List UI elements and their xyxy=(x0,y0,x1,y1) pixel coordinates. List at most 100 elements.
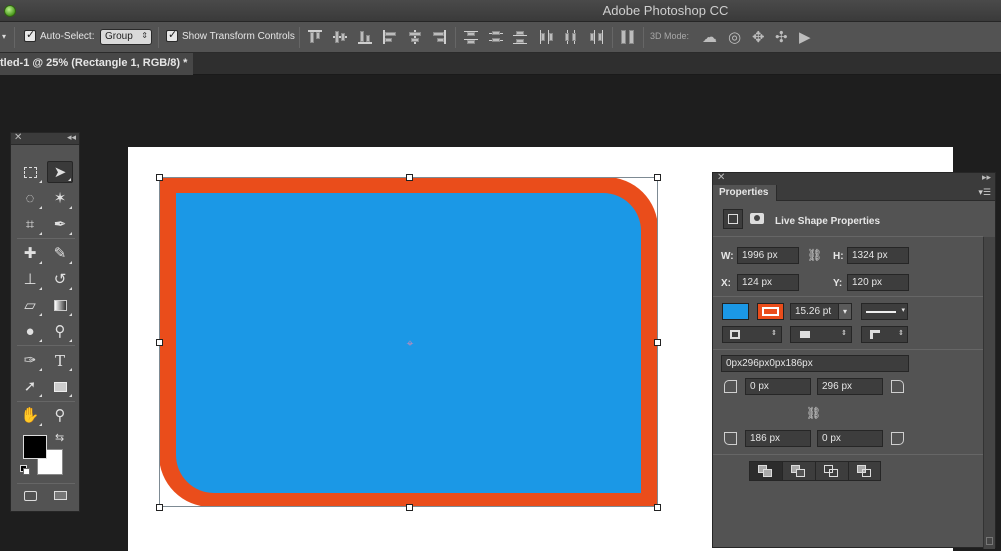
crop-tool-icon[interactable]: ⌗ xyxy=(17,214,43,236)
pen-tool-icon[interactable]: ✑ xyxy=(17,350,43,372)
brush-tool-icon[interactable]: ✎ xyxy=(47,243,73,265)
close-icon[interactable]: ✕ xyxy=(717,172,725,183)
gradient-tool-icon[interactable] xyxy=(47,295,73,317)
x-field[interactable]: 124 px xyxy=(737,274,799,291)
move-tool-icon[interactable]: ➤ xyxy=(47,161,73,183)
align-horizontal-centers-icon[interactable] xyxy=(407,29,423,45)
y-field[interactable]: 120 px xyxy=(847,274,909,291)
align-top-edges-icon[interactable] xyxy=(307,29,323,45)
chevron-down-icon[interactable]: ▾ xyxy=(838,304,851,319)
radius-bottom-right-field[interactable]: 0 px xyxy=(817,430,883,447)
auto-select-checkbox[interactable] xyxy=(24,28,36,42)
transform-handle-top-left[interactable] xyxy=(156,174,163,181)
path-selection-tool-icon[interactable]: ➚ xyxy=(17,376,43,398)
distribute-left-edges-icon[interactable] xyxy=(538,29,554,45)
stroke-caps-dropdown[interactable]: ⇕ xyxy=(790,326,852,343)
mask-properties-icon[interactable] xyxy=(749,211,767,227)
blur-tool-icon[interactable]: ● xyxy=(17,321,43,343)
link-radii-icon[interactable]: ⛓ xyxy=(806,406,821,420)
distribute-vertical-centers-icon[interactable] xyxy=(488,29,504,45)
stroke-align-dropdown[interactable]: ⇕ xyxy=(722,326,782,343)
tools-panel-header[interactable]: ✕ ◂◂ xyxy=(11,132,79,145)
panel-menu-icon[interactable]: ▾☰ xyxy=(978,187,991,198)
dodge-tool-icon[interactable]: ⚲ xyxy=(47,321,73,343)
tool-preset-chevron-icon[interactable]: ▾ xyxy=(2,32,6,41)
3d-scale-icon[interactable]: ▶ xyxy=(799,28,811,46)
document-tab[interactable]: tled-1 @ 25% (Rectangle 1, RGB/8) * xyxy=(0,53,193,75)
stroke-width-value: 15.26 pt xyxy=(795,306,832,317)
radius-top-left-value: 0 px xyxy=(750,381,769,392)
distribute-right-edges-icon[interactable] xyxy=(588,29,604,45)
history-brush-tool-icon[interactable]: ↺ xyxy=(47,269,73,291)
properties-tab-bar: Properties ▾☰ xyxy=(713,185,995,201)
intersect-shape-areas-button[interactable] xyxy=(816,462,849,480)
radius-top-right-field[interactable]: 296 px xyxy=(817,378,883,395)
3d-pan-icon[interactable]: ✥ xyxy=(752,28,765,46)
properties-scrollbar[interactable] xyxy=(983,237,995,549)
type-tool-icon[interactable]: T xyxy=(47,350,73,372)
link-icon[interactable]: ⛓ xyxy=(807,248,822,262)
height-field[interactable]: 1324 px xyxy=(847,247,909,264)
clone-stamp-tool-icon[interactable]: ⊥ xyxy=(17,269,43,291)
radius-top-left-field[interactable]: 0 px xyxy=(745,378,811,395)
subtract-front-shape-button[interactable] xyxy=(783,462,816,480)
healing-brush-tool-icon[interactable]: ✚ xyxy=(17,243,43,265)
reference-point-icon[interactable]: ⌖ xyxy=(404,337,416,349)
collapse-icon[interactable]: ▸▸ xyxy=(982,172,991,183)
shape-properties-icon[interactable] xyxy=(723,209,743,229)
distribute-top-edges-icon[interactable] xyxy=(463,29,479,45)
3d-slide-icon[interactable]: ✣ xyxy=(775,28,788,46)
section-title: Live Shape Properties xyxy=(775,216,881,227)
rectangle-tool-icon[interactable] xyxy=(47,376,73,398)
align-left-edges-icon[interactable] xyxy=(382,29,398,45)
properties-panel: ✕ ▸▸ Properties ▾☰ Live Shape Properties… xyxy=(712,172,996,549)
align-vertical-centers-icon[interactable] xyxy=(332,29,348,45)
align-right-edges-icon[interactable] xyxy=(431,29,447,45)
distribute-bottom-edges-icon[interactable] xyxy=(512,29,528,45)
distribute-horizontal-centers-icon[interactable] xyxy=(563,29,579,45)
stroke-color-swatch[interactable] xyxy=(757,303,784,320)
hand-tool-icon[interactable]: ✋ xyxy=(17,405,43,427)
zoom-tool-icon[interactable]: ⚲ xyxy=(47,405,73,427)
fill-color-swatch[interactable] xyxy=(722,303,749,320)
auto-align-layers-icon[interactable] xyxy=(620,29,636,45)
tab-properties[interactable]: Properties xyxy=(713,185,777,201)
divider xyxy=(612,27,613,48)
width-field[interactable]: 1996 px xyxy=(737,247,799,264)
align-bottom-edges-icon[interactable] xyxy=(357,29,373,45)
stroke-type-dropdown[interactable]: ▾ xyxy=(861,303,908,320)
show-transform-checkbox[interactable] xyxy=(166,28,178,42)
default-colors-icon[interactable] xyxy=(20,465,30,475)
properties-panel-header[interactable]: ✕ ▸▸ xyxy=(713,172,995,185)
transform-handle-top-right[interactable] xyxy=(654,174,661,181)
close-icon[interactable]: ✕ xyxy=(14,132,22,143)
lasso-tool-icon[interactable]: ◌ xyxy=(17,188,43,210)
foreground-color-swatch[interactable] xyxy=(23,435,47,459)
combine-shapes-button[interactable] xyxy=(750,462,783,480)
eyedropper-tool-icon[interactable]: ✒ xyxy=(47,214,73,236)
transform-handle-bottom[interactable] xyxy=(406,504,413,511)
marquee-tool-icon[interactable] xyxy=(17,162,43,184)
quick-mask-icon[interactable] xyxy=(17,485,43,507)
corner-radius-summary-field[interactable]: 0px296px0px186px xyxy=(721,355,909,372)
resize-grip-icon[interactable] xyxy=(986,537,993,545)
transform-handle-top[interactable] xyxy=(406,174,413,181)
exclude-overlapping-shapes-button[interactable] xyxy=(849,462,882,480)
divider xyxy=(713,296,983,297)
3d-orbit-icon[interactable]: ☁ xyxy=(702,28,717,46)
transform-handle-bottom-right[interactable] xyxy=(654,504,661,511)
swap-colors-icon[interactable]: ⇆ xyxy=(55,431,64,444)
screen-mode-icon[interactable] xyxy=(47,485,73,507)
collapse-icon[interactable]: ◂◂ xyxy=(67,132,76,143)
eraser-tool-icon[interactable]: ▱ xyxy=(17,295,43,317)
transform-handle-left[interactable] xyxy=(156,339,163,346)
magic-wand-tool-icon[interactable]: ✶ xyxy=(47,188,73,210)
stroke-width-field[interactable]: 15.26 pt ▾ xyxy=(790,303,852,320)
stroke-corners-dropdown[interactable]: ⇕ xyxy=(861,326,908,343)
transform-handle-right[interactable] xyxy=(654,339,661,346)
3d-roll-icon[interactable]: ◎ xyxy=(728,28,741,46)
transform-handle-bottom-left[interactable] xyxy=(156,504,163,511)
divider xyxy=(713,349,983,350)
auto-select-dropdown[interactable]: Group ⇕ xyxy=(100,29,152,45)
radius-bottom-left-field[interactable]: 186 px xyxy=(745,430,811,447)
